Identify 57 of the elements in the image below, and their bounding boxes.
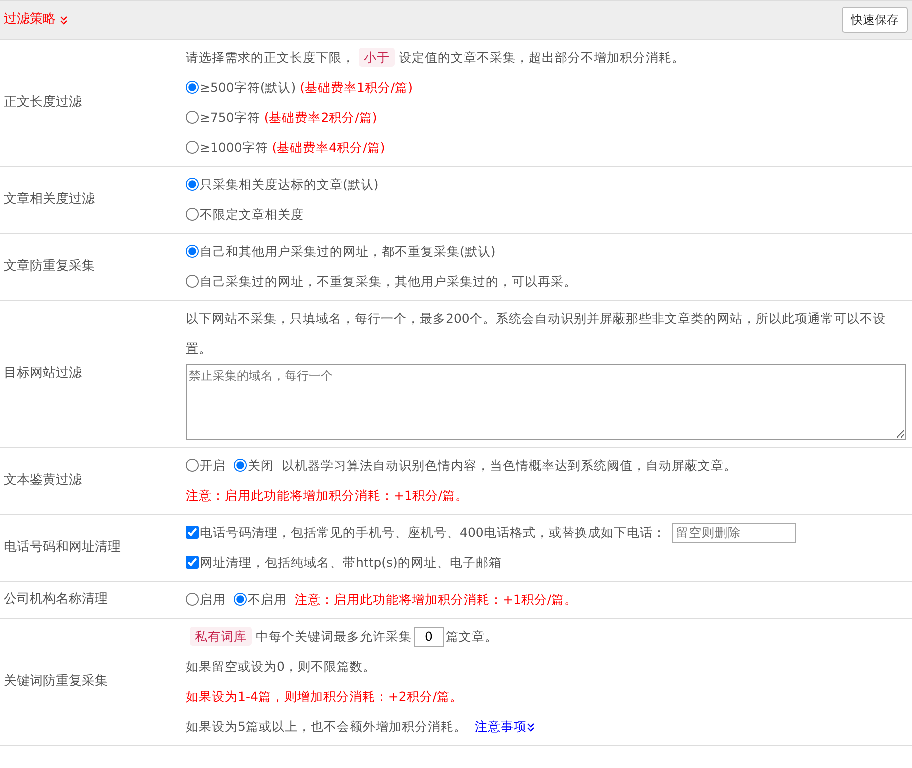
field-label: 文章相关度过滤 xyxy=(3,191,96,210)
checkbox[interactable] xyxy=(186,556,199,569)
highlighted-term: 小于 xyxy=(359,48,395,67)
field-label: 关键词防重复采集 xyxy=(3,673,109,692)
radio-label[interactable]: ≥750字符 xyxy=(200,110,260,125)
rate-note: (基础费率2积分/篇) xyxy=(264,110,378,125)
double-chevron-icon[interactable] xyxy=(60,16,68,24)
radio-label[interactable]: 启用 xyxy=(200,592,226,607)
field-label: 正文长度过滤 xyxy=(3,94,83,112)
radio-button[interactable] xyxy=(234,459,247,472)
phone-field[interactable]: 留空则删除 xyxy=(672,523,796,543)
radio-label[interactable]: 只采集相关度达标的文章(默认) xyxy=(200,177,379,192)
radio-button[interactable] xyxy=(186,141,199,154)
description-text: 如果设为1-4篇，则增加积分消耗：+2积分/篇。 xyxy=(186,689,464,704)
radio-label[interactable]: ≥500字符(默认) xyxy=(200,80,296,95)
count-field[interactable]: 0 xyxy=(414,627,444,647)
description-text: 设定值的文章不采集，超出部分不增加积分消耗。 xyxy=(399,50,685,65)
field-label: 电话号码和网址清理 xyxy=(3,539,122,558)
description-text: 以机器学习算法自动识别色情内容，当色情概率达到系统阈值，自动屏蔽文章。 xyxy=(282,458,737,473)
rate-note: (基础费率1积分/篇) xyxy=(300,80,414,95)
radio-button[interactable] xyxy=(186,208,199,221)
description-text: 注意：启用此功能将增加积分消耗：+1积分/篇。 xyxy=(295,592,578,607)
description-text: 注意：启用此功能将增加积分消耗：+1积分/篇。 xyxy=(186,488,469,503)
notes-link[interactable]: 注意事项 xyxy=(474,719,535,734)
radio-label[interactable]: 不限定文章相关度 xyxy=(200,207,304,222)
field-label: 公司机构名称清理 xyxy=(3,591,109,610)
domain-textarea[interactable]: 禁止采集的域名，每行一个 xyxy=(186,364,906,440)
checkbox-label[interactable]: 电话号码清理，包括常见的手机号、座机号、400电话格式，或替换成如下电话： xyxy=(200,525,666,540)
checkbox[interactable] xyxy=(186,526,199,539)
radio-button[interactable] xyxy=(186,178,199,191)
radio-label[interactable]: ≥1000字符 xyxy=(200,140,268,155)
radio-button[interactable] xyxy=(186,81,199,94)
save-button[interactable]: 快速保存 xyxy=(842,7,908,33)
description-text: 以下网站不采集，只填域名，每行一个，最多200个。系统会自动识别并屏蔽那些非文章类的网站，所以此项通常可以不设置。 xyxy=(186,311,886,356)
description-text: 如果设为5篇或以上，也不会额外增加积分消耗。 xyxy=(186,719,467,734)
radio-button[interactable] xyxy=(186,593,199,606)
description-text: 中每个关键词最多允许采集 xyxy=(256,629,412,644)
field-label: 文章防重复采集 xyxy=(3,258,96,276)
rate-note: (基础费率4积分/篇) xyxy=(272,140,386,155)
description-text: 如果留空或设为0，则不限篇数。 xyxy=(186,659,376,674)
radio-label[interactable]: 自己采集过的网址，不重复采集，其他用户采集过的，可以再采。 xyxy=(200,274,577,289)
highlighted-term: 私有词库 xyxy=(190,627,252,646)
radio-button[interactable] xyxy=(186,111,199,124)
radio-button[interactable] xyxy=(186,459,199,472)
radio-button[interactable] xyxy=(186,275,199,288)
radio-label[interactable]: 开启 xyxy=(200,458,226,473)
description-text: 篇文章。 xyxy=(446,629,498,644)
checkbox-label[interactable]: 网址清理，包括纯域名、带http(s)的网址、电子邮箱 xyxy=(200,555,502,570)
radio-button[interactable] xyxy=(186,245,199,258)
double-chevron-icon[interactable] xyxy=(526,723,535,732)
description-text: 请选择需求的正文长度下限， xyxy=(186,50,355,65)
field-label: 目标网站过滤 xyxy=(3,365,83,384)
field-label: 文本鉴黄过滤 xyxy=(3,472,83,490)
radio-label[interactable]: 关闭 xyxy=(248,458,274,473)
radio-label[interactable]: 不启用 xyxy=(248,592,287,607)
radio-button[interactable] xyxy=(234,593,247,606)
radio-label[interactable]: 自己和其他用户采集过的网址，都不重复采集(默认) xyxy=(200,244,496,259)
